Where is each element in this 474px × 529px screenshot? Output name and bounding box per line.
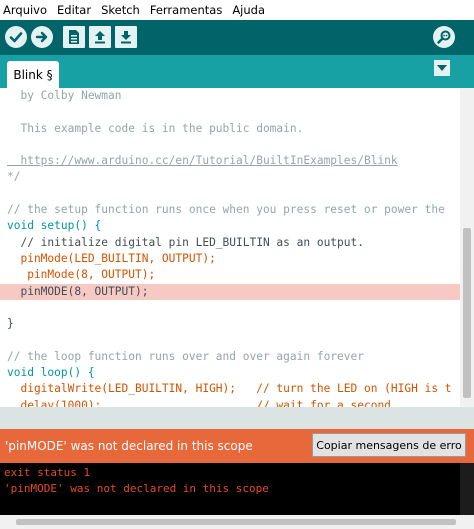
menu-bar: Arquivo Editar Sketch Ferramentas Ajuda xyxy=(0,0,474,20)
upload-icon xyxy=(35,31,48,43)
serial-monitor-button[interactable] xyxy=(433,26,455,48)
code-line: // the loop function runs over and over … xyxy=(7,349,364,363)
tab-menu-button[interactable] xyxy=(434,60,450,76)
editor-scrollbar[interactable] xyxy=(460,88,474,407)
code-line: This example code is in the public domai… xyxy=(7,121,304,135)
code-line: // initialize digital pin LED_BUILTIN as… xyxy=(7,235,364,249)
code-editor[interactable]: by Colby Newman This example code is in … xyxy=(0,88,474,407)
serial-monitor-icon xyxy=(437,30,451,44)
new-button[interactable] xyxy=(63,26,85,48)
bottom-panel: 'pinMODE' was not declared in this scope… xyxy=(0,407,474,529)
code-line: pinMode(8, OUTPUT); xyxy=(7,268,156,282)
verify-icon xyxy=(9,32,23,43)
code-line: delay(1000); // wait for a second xyxy=(7,398,391,407)
console-line: exit status 1 xyxy=(4,466,91,479)
code-line: digitalWrite(LED_BUILTIN, HIGH); // turn… xyxy=(7,382,452,396)
menu-ferramentas[interactable]: Ferramentas xyxy=(145,0,227,20)
code-line: } xyxy=(7,317,14,331)
error-status-bar: 'pinMODE' was not declared in this scope… xyxy=(0,429,474,463)
console-line: 'pinMODE' was not declared in this scope xyxy=(4,482,269,495)
console-vertical-scrollbar[interactable] xyxy=(460,463,474,515)
code-line: // the setup function runs once when you… xyxy=(7,203,445,217)
code-line: by Colby Newman xyxy=(7,89,122,102)
code-lines: by Colby Newman This example code is in … xyxy=(0,88,474,407)
open-button[interactable] xyxy=(89,26,111,48)
tab-blink[interactable]: Blink § xyxy=(7,61,59,88)
error-highlighted-line: pinMODE(8, OUTPUT); xyxy=(0,283,474,300)
chevron-down-icon xyxy=(437,64,447,71)
open-icon xyxy=(95,31,105,44)
code-line: void setup() { xyxy=(7,219,102,233)
menu-editar[interactable]: Editar xyxy=(52,0,96,20)
tab-bar: Blink § xyxy=(0,55,474,88)
code-link[interactable]: https://www.arduino.cc/en/Tutorial/Built… xyxy=(7,153,458,169)
save-button[interactable] xyxy=(115,26,137,48)
copy-errors-button[interactable]: Copiar mensagens de erro xyxy=(312,433,466,457)
code-line: */ xyxy=(7,170,21,184)
upload-button[interactable] xyxy=(31,26,53,48)
new-icon xyxy=(69,30,79,44)
panel-divider[interactable] xyxy=(0,407,474,429)
menu-arquivo[interactable]: Arquivo xyxy=(0,0,52,20)
console-output[interactable]: exit status 1 'pinMODE' was not declared… xyxy=(0,463,474,515)
menu-ajuda[interactable]: Ajuda xyxy=(227,0,270,20)
editor-scrollbar-thumb[interactable] xyxy=(463,228,471,398)
toolbar xyxy=(0,20,474,55)
verify-button[interactable] xyxy=(5,26,27,48)
console-horizontal-scrollbar-thumb[interactable] xyxy=(16,519,456,525)
error-message: 'pinMODE' was not declared in this scope xyxy=(5,439,253,453)
code-line: void loop() { xyxy=(7,366,95,380)
menu-sketch[interactable]: Sketch xyxy=(96,0,145,20)
save-icon xyxy=(121,31,131,44)
code-line: pinMode(LED_BUILTIN, OUTPUT); xyxy=(7,251,216,265)
console-horizontal-scrollbar[interactable] xyxy=(0,515,474,529)
